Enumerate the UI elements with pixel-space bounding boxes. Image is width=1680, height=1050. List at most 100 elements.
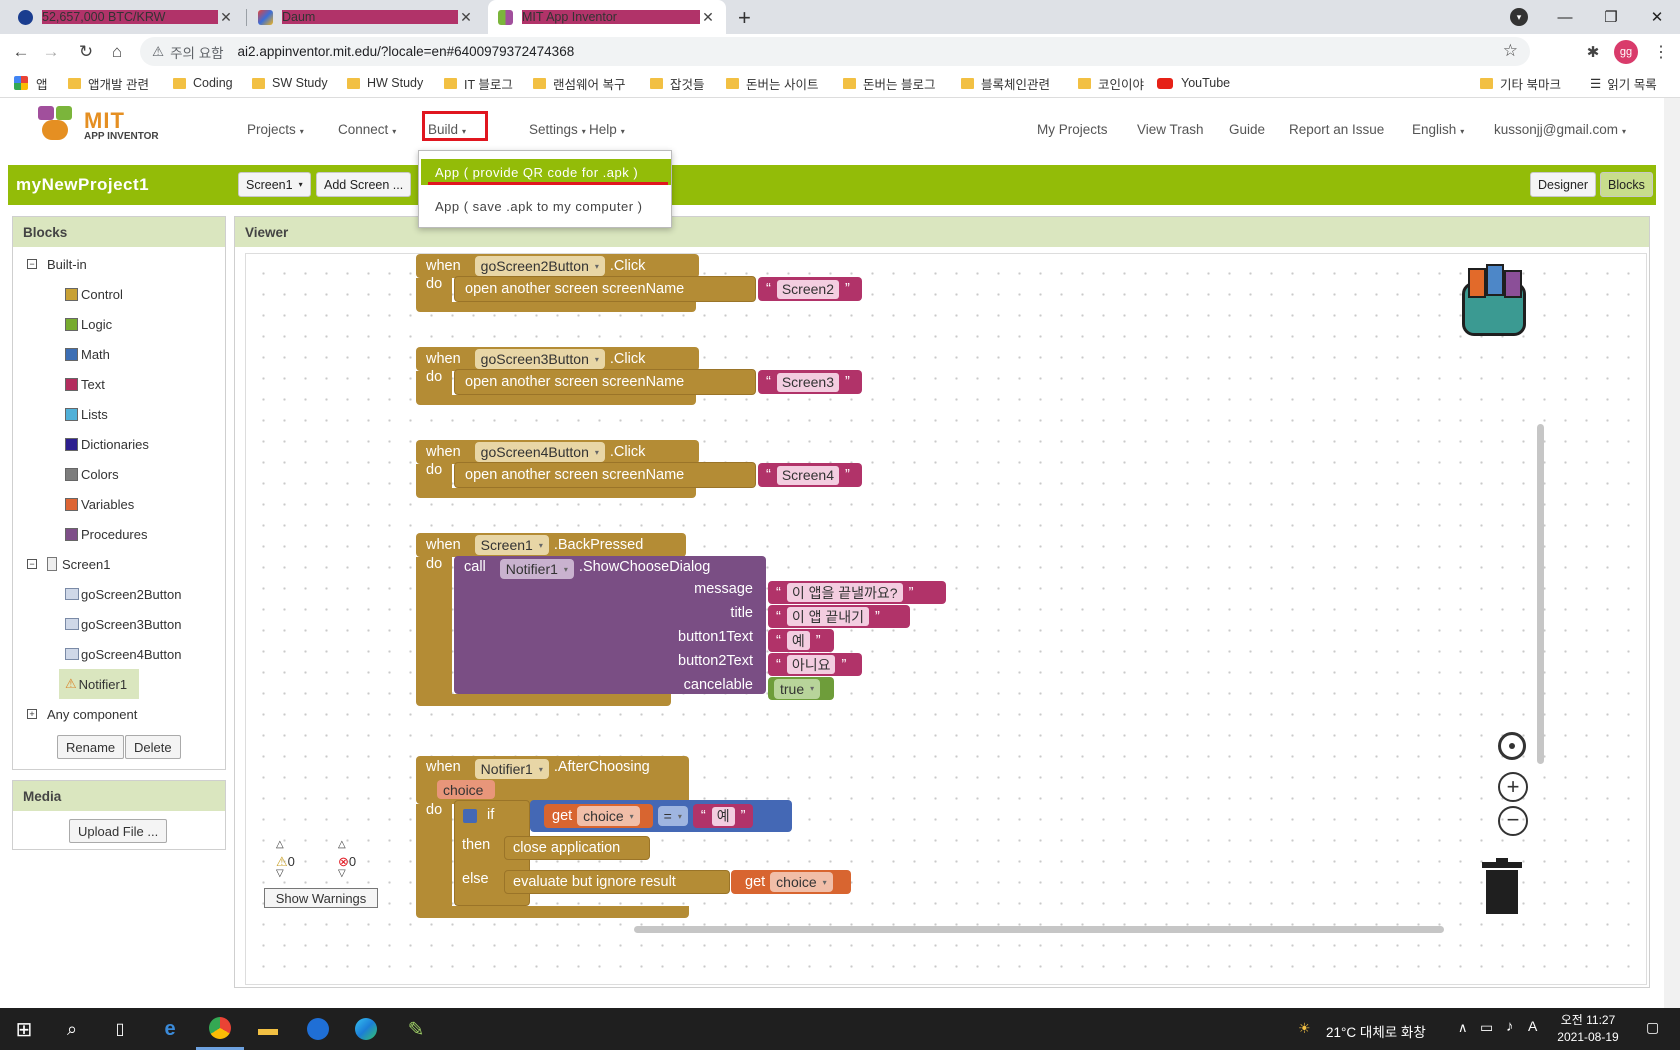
drawer-dictionaries[interactable]: Dictionaries <box>27 429 225 459</box>
recenter-target-icon[interactable] <box>1498 732 1526 760</box>
error-next-arrow-icon[interactable]: ▽ <box>338 868 346 879</box>
component-dropdown[interactable]: goScreen3Button ▾ <box>474 349 605 369</box>
notifier-dropdown[interactable]: Notifier1 ▾ <box>499 559 574 579</box>
nav-view-trash[interactable]: View Trash <box>1137 122 1204 137</box>
warning-next-arrow-icon[interactable]: ▽ <box>276 868 284 879</box>
mutator-gear-icon[interactable] <box>463 809 477 823</box>
drawer-variables[interactable]: Variables <box>27 489 225 519</box>
get-choice-block-2[interactable]: get choice ▾ <box>731 870 851 894</box>
variable-dropdown[interactable]: choice ▾ <box>577 806 640 826</box>
text-value[interactable]: Screen4 <box>776 465 839 485</box>
bookmark-folder[interactable]: 블록체인관련 <box>961 69 1050 97</box>
text-block-ye[interactable]: “예” <box>692 804 754 828</box>
component-dropdown[interactable]: Screen1 ▾ <box>474 535 549 555</box>
extensions-puzzle-icon[interactable]: ✱ <box>1580 39 1606 65</box>
chrome-icon[interactable] <box>196 1008 244 1050</box>
search-icon[interactable]: ⌕ <box>48 1008 96 1050</box>
build-menu-save-apk[interactable]: App ( save .apk to my computer ) <box>421 193 671 219</box>
drawer-colors[interactable]: Colors <box>27 459 225 489</box>
collapse-minus-icon[interactable]: − <box>27 259 37 269</box>
drawer-lists[interactable]: Lists <box>27 399 225 429</box>
bookmark-folder[interactable]: 잡것들 <box>650 69 705 97</box>
windows-start-icon[interactable]: ⊞ <box>0 1008 48 1050</box>
boolean-dropdown[interactable]: true ▾ <box>774 678 821 699</box>
drawer-control[interactable]: Control <box>27 279 225 309</box>
network-icon[interactable]: ▭ <box>1480 1019 1493 1036</box>
event-block-backpressed[interactable]: when Screen1 ▾ .BackPressed <box>416 533 686 557</box>
component-goscreen2button[interactable]: goScreen2Button <box>27 579 225 609</box>
warning-prev-arrow-icon[interactable]: △ <box>276 839 284 850</box>
nav-language[interactable]: English ▾ <box>1412 122 1464 137</box>
chrome-menu-kebab-icon[interactable]: ⋮ <box>1648 39 1674 65</box>
nav-connect[interactable]: Connect ▾ <box>338 122 396 137</box>
text-value[interactable]: 예 <box>786 631 810 650</box>
component-dropdown[interactable]: goScreen4Button ▾ <box>474 442 605 462</box>
expand-plus-icon[interactable]: + <box>27 709 37 719</box>
file-explorer-icon[interactable]: ▬ <box>244 1008 292 1050</box>
internet-explorer-icon[interactable]: e <box>146 1008 194 1050</box>
tree-any-component[interactable]: + Any component <box>27 699 225 729</box>
task-view-icon[interactable]: ▯ <box>96 1008 144 1050</box>
profile-avatar[interactable]: gg <box>1614 40 1638 64</box>
language-toggle-icon[interactable]: A <box>1528 1018 1537 1034</box>
blocks-button[interactable]: Blocks <box>1600 172 1653 197</box>
tab-search-chevron-icon[interactable]: ▾ <box>1510 8 1528 26</box>
rename-button[interactable]: Rename <box>57 735 125 759</box>
weather-sun-icon[interactable]: ☀ <box>1298 1020 1311 1037</box>
show-warnings-button[interactable]: Show Warnings <box>264 888 378 908</box>
close-tab-icon[interactable]: ✕ <box>700 9 716 26</box>
component-dropdown[interactable]: Notifier1 ▾ <box>474 759 549 779</box>
forward-arrow-icon[interactable]: → <box>38 39 64 65</box>
get-choice-block[interactable]: get choice ▾ <box>544 804 653 828</box>
warning-triangle-icon[interactable]: ⚠ <box>152 44 164 60</box>
tray-chevron-icon[interactable]: ∧ <box>1458 1020 1468 1036</box>
notifications-icon[interactable]: ▢ <box>1646 1019 1659 1036</box>
operator-dropdown[interactable]: = ▾ <box>657 806 688 826</box>
backpack-icon[interactable] <box>1458 264 1532 340</box>
app-inventor-bee-logo-icon[interactable] <box>36 106 76 142</box>
text-block-button2[interactable]: “아니요” <box>768 653 862 676</box>
minimize-icon[interactable]: — <box>1542 0 1588 34</box>
bookmark-folder[interactable]: 랜섬웨어 복구 <box>533 69 625 97</box>
bookmark-folder[interactable]: IT 블로그 <box>444 69 513 97</box>
browser-tab-btc[interactable]: 52,657,000 BTC/KRW ✕ <box>8 0 244 34</box>
bookmark-youtube[interactable]: YouTube <box>1157 69 1230 97</box>
nav-my-projects[interactable]: My Projects <box>1037 122 1108 137</box>
text-value[interactable]: 아니요 <box>786 655 836 674</box>
nav-guide[interactable]: Guide <box>1229 122 1265 137</box>
open-another-screen-block[interactable]: open another screen screenName <box>454 369 756 395</box>
reading-list[interactable]: ☰ 읽기 목록 <box>1590 69 1657 97</box>
browser-tab-appinventor[interactable]: MIT App Inventor ✕ <box>488 0 726 34</box>
component-goscreen3button[interactable]: goScreen3Button <box>27 609 225 639</box>
text-value[interactable]: 예 <box>711 806 735 826</box>
browser-tab-daum[interactable]: Daum ✕ <box>248 0 484 34</box>
show-choose-dialog-block[interactable]: call Notifier1 ▾ .ShowChooseDialog <box>454 556 766 694</box>
bookmark-other[interactable]: 기타 북마크 <box>1480 69 1561 97</box>
text-block-button1[interactable]: “예” <box>768 629 834 652</box>
text-block-message[interactable]: “이 앱을 끝낼까요?” <box>768 581 946 604</box>
bookmark-apps[interactable]: 앱 <box>14 69 48 97</box>
zoom-out-icon[interactable]: − <box>1498 806 1528 836</box>
close-tab-icon[interactable]: ✕ <box>218 9 234 26</box>
new-tab-plus-icon[interactable]: + <box>738 5 751 31</box>
bookmark-folder[interactable]: SW Study <box>252 69 328 97</box>
bookmark-folder[interactable]: Coding <box>173 69 233 97</box>
nav-report-issue[interactable]: Report an Issue <box>1289 122 1384 137</box>
url-text[interactable]: ai2.appinventor.mit.edu/?locale=en#64009… <box>238 44 575 59</box>
collapse-minus-icon[interactable]: − <box>27 559 37 569</box>
text-value[interactable]: Screen2 <box>776 279 839 299</box>
weather-text[interactable]: 21°C 대체로 화창 <box>1326 1021 1426 1041</box>
logic-block-true[interactable]: true ▾ <box>768 677 834 700</box>
designer-button[interactable]: Designer <box>1530 172 1597 197</box>
workspace-vertical-scrollbar[interactable] <box>1537 424 1544 764</box>
nav-projects[interactable]: Projects ▾ <box>247 122 304 137</box>
page-scrollbar[interactable] <box>1664 98 1680 1008</box>
nav-help[interactable]: Help ▾ <box>589 122 625 137</box>
component-goscreen4button[interactable]: goScreen4Button <box>27 639 225 669</box>
close-tab-icon[interactable]: ✕ <box>458 9 474 26</box>
event-block-goscreen3[interactable]: when goScreen3Button ▾ .Click <box>416 347 699 371</box>
clock-date[interactable]: 2021-08-19 <box>1550 1030 1626 1044</box>
compare-block[interactable]: get choice ▾ = ▾ “예” <box>530 800 792 832</box>
component-dropdown[interactable]: goScreen2Button ▾ <box>474 256 605 276</box>
open-another-screen-block[interactable]: open another screen screenName <box>454 276 756 302</box>
